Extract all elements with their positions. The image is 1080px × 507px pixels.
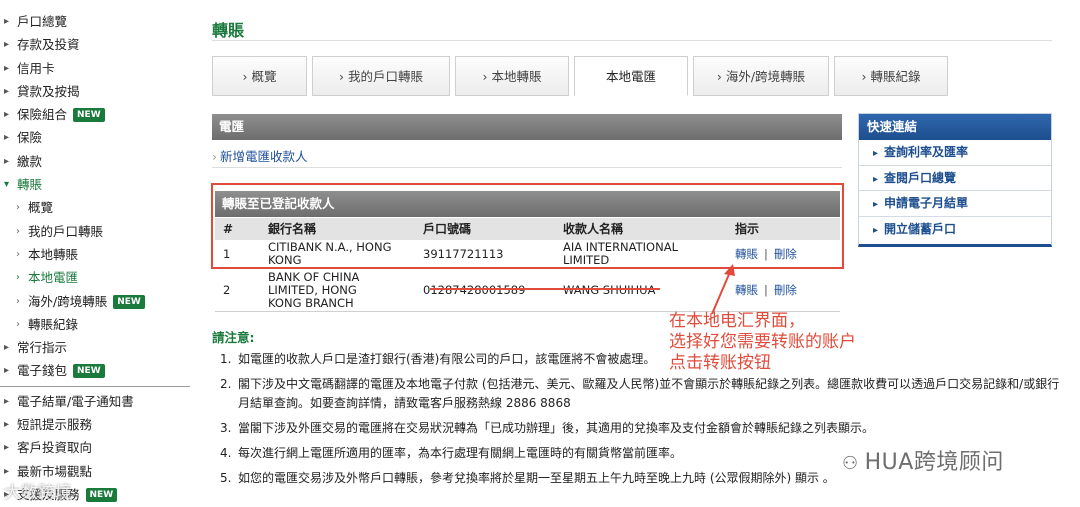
sidebar-item-standing-instructions[interactable]: ▸ 常行指示 (0, 336, 190, 359)
account-number: 01287428001589 (423, 270, 525, 310)
chevron-right-icon: ▸ (4, 16, 10, 27)
chevron-right-icon: ▸ (4, 62, 10, 74)
add-payee-link[interactable]: › 新增電匯收款人 (212, 146, 842, 165)
chevron-right-icon: ▸ (873, 173, 879, 185)
note-item: 2. 閣下涉及中文電碼翻譯的電匯及本地電子付款 (包括港元、美元、歐羅及人民幣)並… (220, 377, 1060, 410)
sidebar-item-investment-profile[interactable]: ▸ 客戶投資取向 (0, 436, 190, 459)
tab-overview[interactable]: › 概覽 (212, 56, 307, 96)
table-row: 2 BANK OF CHINA LIMITED, HONG KONG BRANC… (215, 270, 840, 310)
tab-local-transfer[interactable]: › 本地轉賬 (455, 56, 569, 96)
sidebar-item-account-overview[interactable]: ▸ 戶口總覽 (0, 10, 190, 33)
watermark-secondary: 大数跨境 (4, 483, 72, 503)
sidebar-item-transfer[interactable]: ▾ 轉賬 (0, 173, 190, 196)
tab-bar: › 概覽 › 我的戶口轉賬 › 本地轉賬 本地電匯 › 海外/跨境轉賬 › 轉賬… (212, 56, 1052, 96)
quick-link-open-savings[interactable]: ▸ 開立儲蓄戶口 (859, 217, 1051, 243)
sidebar-item-loans[interactable]: ▸ 貸款及按揭 (0, 80, 190, 103)
chevron-right-icon: › (16, 202, 20, 214)
new-badge: NEW (73, 108, 105, 123)
quick-link-account-overview[interactable]: ▸ 查閱戶口總覽 (859, 166, 1051, 191)
new-badge: NEW (85, 487, 118, 502)
chevron-right-icon: ▸ (4, 132, 10, 144)
tab-local-telegraphic[interactable]: 本地電匯 (574, 56, 688, 96)
chevron-right-icon: ▸ (4, 39, 10, 51)
sidebar: ▸ 戶口總覽 ▸ 存款及投資 ▸ 信用卡 ▸ 貸款及按揭 ▸ 保險組合 NEW ▸ 保險 ▸ 繳… (0, 10, 190, 506)
separator: | (764, 282, 768, 297)
chevron-right-icon: ▸ (873, 199, 879, 210)
chevron-right-icon: ▸ (4, 365, 10, 377)
chevron-right-icon: › (16, 248, 20, 260)
chevron-right-icon: ▸ (873, 148, 879, 159)
sidebar-item-credit-card[interactable]: ▸ 信用卡 (0, 57, 190, 80)
chevron-right-icon: ▸ (4, 342, 10, 354)
chevron-right-icon: › (16, 272, 20, 284)
section-header-telegraphic: 電匯 (212, 114, 842, 140)
payee-name: WANG SHUIHUA (563, 270, 655, 310)
sidebar-subitem-local-telegraphic[interactable]: › 本地電匯 (0, 266, 190, 289)
sidebar-item-e-wallet[interactable]: ▸ 電子錢包 NEW (0, 359, 190, 382)
watermark: ⚇ HUA跨境顾问 (842, 450, 1004, 475)
new-badge: NEW (73, 364, 105, 379)
chevron-right-icon: ▸ (4, 442, 10, 454)
sidebar-subitem-own-account-transfer[interactable]: › 我的戶口轉賬 (0, 220, 190, 243)
sidebar-item-e-statements[interactable]: ▸ 電子結單/電子通知書 (0, 390, 190, 413)
bank-name: BANK OF CHINA LIMITED, HONG KONG BRANCH (268, 269, 360, 310)
sidebar-subitem-local-transfer[interactable]: › 本地轉賬 (0, 243, 190, 266)
sidebar-item-payments[interactable]: ▸ 繳款 (0, 150, 190, 173)
tab-transfer-records[interactable]: › 轉賬紀錄 (834, 56, 948, 96)
quick-links-title: 快速連結 (859, 114, 1051, 140)
delete-button[interactable]: 刪除 (774, 283, 797, 297)
sidebar-subitem-overseas-transfer[interactable]: › 海外/跨境轉賬 NEW (0, 290, 190, 313)
title-divider (212, 40, 1052, 41)
new-badge: NEW (113, 294, 145, 309)
chevron-right-icon: › (16, 318, 20, 330)
chevron-right-icon: ▸ (4, 155, 10, 167)
chevron-right-icon: › (16, 295, 20, 307)
chevron-right-icon: › (16, 225, 20, 237)
chevron-right-icon: › (212, 149, 217, 164)
wechat-icon: ⚇ (842, 453, 859, 474)
sidebar-divider (0, 385, 190, 387)
chevron-right-icon: ▸ (4, 419, 10, 431)
chevron-right-icon: ▸ (4, 395, 10, 407)
sidebar-item-insurance[interactable]: ▸ 保險 (0, 126, 190, 149)
chevron-right-icon: ▸ (4, 109, 10, 121)
quick-link-e-statement[interactable]: ▸ 申請電子月結單 (859, 191, 1051, 217)
sidebar-subitem-overview[interactable]: › 概覽 (0, 196, 190, 219)
chevron-right-icon: ▸ (873, 224, 879, 236)
sidebar-subitem-transfer-records[interactable]: › 轉賬紀錄 (0, 313, 190, 336)
redaction-line (430, 288, 660, 290)
sidebar-item-deposits[interactable]: ▸ 存款及投資 (0, 33, 190, 56)
quick-link-rates[interactable]: ▸ 查詢利率及匯率 (859, 140, 1051, 166)
quick-links-panel: 快速連結 ▸ 查詢利率及匯率 ▸ 查閱戶口總覽 ▸ 申請電子月結單 ▸ 開立儲蓄戶口 (858, 113, 1052, 247)
tab-own-account-transfer[interactable]: › 我的戶口轉賬 (312, 56, 450, 96)
sidebar-item-sms-alerts[interactable]: ▸ 短訊提示服務 (0, 413, 190, 436)
chevron-down-icon: ▾ (4, 179, 10, 191)
annotation-arrow-icon (711, 264, 735, 315)
chevron-right-icon: ▸ (4, 85, 10, 97)
row-no: 2 (223, 282, 231, 297)
tab-overseas-transfer[interactable]: › 海外/跨境轉賬 (693, 56, 829, 96)
notes-title: 請注意: (212, 330, 255, 345)
divider (212, 167, 842, 168)
highlight-box (211, 183, 844, 269)
note-item: 3. 當閣下涉及外匯交易的電匯將在交易狀況轉為「已成功辦理」後，其適用的兌換率及支… (220, 421, 875, 435)
sidebar-item-insurance-portfolio[interactable]: ▸ 保險組合 NEW (0, 103, 190, 126)
page-title: 轉賬 (212, 21, 245, 40)
note-item: 1. 如電匯的收款人戶口是渣打銀行(香港)有限公司的戶口，該電匯將不會被處理。 (220, 352, 656, 366)
